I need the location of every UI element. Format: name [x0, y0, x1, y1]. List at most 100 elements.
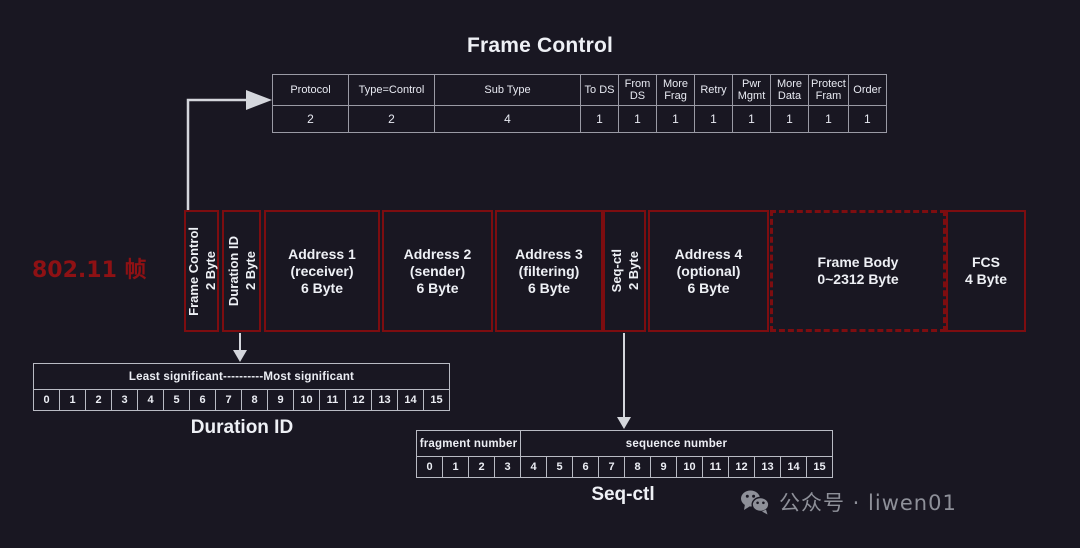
seq-ctl-bit: 7: [598, 456, 625, 478]
duration-id-bit: 11: [319, 389, 346, 411]
seq-ctl-title-row: fragment number sequence number: [416, 430, 833, 457]
seq-ctl-bit: 12: [728, 456, 755, 478]
seq-ctl-bit: 13: [754, 456, 781, 478]
frame-control-title: Frame Control: [466, 34, 614, 57]
seq-ctl-bit: 14: [780, 456, 807, 478]
frame-field-address-1: Address 1 (receiver) 6 Byte: [264, 210, 380, 332]
frame-field-name: Frame Body: [817, 254, 899, 270]
duration-id-bit-table: Least significant----------Most signific…: [33, 363, 450, 411]
frame-type-label: 802.11 帧: [32, 258, 147, 283]
watermark: 公众号 · liwen01: [740, 487, 957, 517]
duration-id-significance-label: Least significant----------Most signific…: [33, 363, 450, 390]
seq-ctl-bit: 15: [806, 456, 833, 478]
fc-field-bits: 2: [348, 105, 435, 133]
fc-field-bits: 1: [618, 105, 657, 133]
frame-field-address-2: Address 2 (sender) 6 Byte: [382, 210, 493, 332]
seq-ctl-bit: 11: [702, 456, 729, 478]
duration-id-bit: 0: [33, 389, 60, 411]
fc-field-bits: 1: [732, 105, 771, 133]
fc-field-name: Protocol: [272, 74, 349, 106]
frame-field-name: Address 4: [674, 245, 743, 262]
duration-id-bit: 14: [397, 389, 424, 411]
frame-field-size: 2 Byte: [242, 251, 258, 291]
frame-field-note: (optional): [676, 262, 741, 279]
seq-ctl-bit: 1: [442, 456, 469, 478]
wechat-icon: [741, 490, 770, 515]
fc-field-bits: 1: [694, 105, 733, 133]
watermark-text: 公众号 · liwen01: [779, 491, 957, 515]
frame-control-bits-row: 22411111111: [272, 105, 887, 133]
fc-field-name: Retry: [694, 74, 733, 106]
frame-field-size: 0~2312 Byte: [817, 271, 899, 287]
frame-field-text: FCS 4 Byte: [965, 254, 1007, 288]
frame-field-name: Seq-ctl: [608, 249, 624, 293]
frame-field-frame-control: Frame Control 2 Byte: [184, 210, 219, 332]
frame-field-seq-ctl: Seq-ctl 2 Byte: [603, 210, 646, 332]
seq-ctl-bit: 8: [624, 456, 651, 478]
seq-ctl-bit: 6: [572, 456, 599, 478]
frame-field-duration-id: Duration ID 2 Byte: [222, 210, 261, 332]
frame-field-size: 2 Byte: [625, 251, 641, 291]
fc-field-bits: 4: [434, 105, 581, 133]
fc-field-bits: 1: [656, 105, 695, 133]
frame-field-name: Address 2: [403, 245, 472, 262]
frame-field-frame-body: Frame Body 0~2312 Byte: [770, 210, 946, 332]
duration-id-bit: 2: [85, 389, 112, 411]
frame-field-text: Frame Body 0~2312 Byte: [817, 254, 898, 288]
duration-id-bit: 5: [163, 389, 190, 411]
duration-id-bit: 6: [189, 389, 216, 411]
seq-ctl-bits-row: 0 1 2 3 4 5 6 7 8 9 10 11 12 13 14 15: [416, 456, 833, 478]
frame-field-size: 6 Byte: [416, 279, 459, 296]
fc-field-name: More Data: [770, 74, 809, 106]
seq-ctl-group-label: sequence number: [520, 430, 833, 457]
frame-field-note: (sender): [409, 262, 466, 279]
duration-id-bit: 3: [111, 389, 138, 411]
duration-id-bit: 7: [215, 389, 242, 411]
seq-ctl-bit: 10: [676, 456, 703, 478]
fc-field-name: To DS: [580, 74, 619, 106]
seq-ctl-arrow-line: [623, 333, 625, 421]
fc-field-bits: 1: [580, 105, 619, 133]
frame-field-size: 6 Byte: [300, 279, 343, 296]
frame-field-text: Address 3 (filtering) 6 Byte: [515, 246, 583, 297]
frame-field-name: Address 3: [515, 245, 583, 262]
seq-ctl-bit: 2: [468, 456, 495, 478]
duration-id-bits-row: 0 1 2 3 4 5 6 7 8 9 10 11 12 13 14 15: [33, 389, 450, 411]
seq-ctl-bit-table: fragment number sequence number 012345678…: [416, 430, 833, 478]
fc-field-name: More Frag: [656, 74, 695, 106]
duration-id-bit: 4: [137, 389, 164, 411]
frame-field-size: 4 Byte: [964, 271, 1008, 287]
duration-id-bit: 12: [345, 389, 372, 411]
fc-field-name: Pwr Mgmt: [732, 74, 771, 106]
frame-field-address-3: Address 3 (filtering) 6 Byte: [495, 210, 603, 332]
duration-id-caption: Duration ID: [190, 417, 294, 438]
fc-field-bits: 1: [808, 105, 849, 133]
seq-ctl-bit: 4: [520, 456, 547, 478]
duration-id-bit: 15: [423, 389, 450, 411]
seq-ctl-bit: 0: [416, 456, 443, 478]
duration-id-bit: 9: [267, 389, 294, 411]
fc-field-name: From DS: [618, 74, 657, 106]
frame-field-name: Frame Control: [185, 226, 201, 316]
frame-field-text: Address 1 (receiver) 6 Byte: [288, 246, 356, 297]
fc-field-bits: 1: [847, 105, 887, 133]
frame-field-name: FCS: [972, 254, 1000, 270]
seq-ctl-bit: 9: [650, 456, 677, 478]
fc-field-bits: 1: [770, 105, 809, 133]
frame-control-header-row: Protocol Type=Control Sub Type To DS From DS…: [272, 74, 887, 106]
frame-field-note: (filtering): [518, 262, 580, 279]
seq-ctl-group-label: fragment number: [416, 430, 521, 457]
frame-field-name: Address 1: [288, 245, 356, 262]
frame-field-size: 6 Byte: [687, 279, 730, 296]
frame-control-connector-arrow: [186, 90, 272, 212]
duration-id-bit: 10: [293, 389, 320, 411]
fc-field-bits: 2: [272, 105, 349, 133]
frame-field-note: (receiver): [290, 262, 354, 279]
frame-control-table: Protocol Type=Control Sub Type To DS From DS…: [272, 74, 887, 133]
duration-id-bit: 8: [241, 389, 268, 411]
fc-field-name: Sub Type: [434, 74, 581, 106]
frame-field-fcs: FCS 4 Byte: [946, 210, 1026, 332]
frame-field-size: 6 Byte: [527, 279, 570, 296]
frame-field-size: 2 Byte: [202, 251, 218, 291]
frame-field-address-4: Address 4 (optional) 6 Byte: [648, 210, 769, 332]
